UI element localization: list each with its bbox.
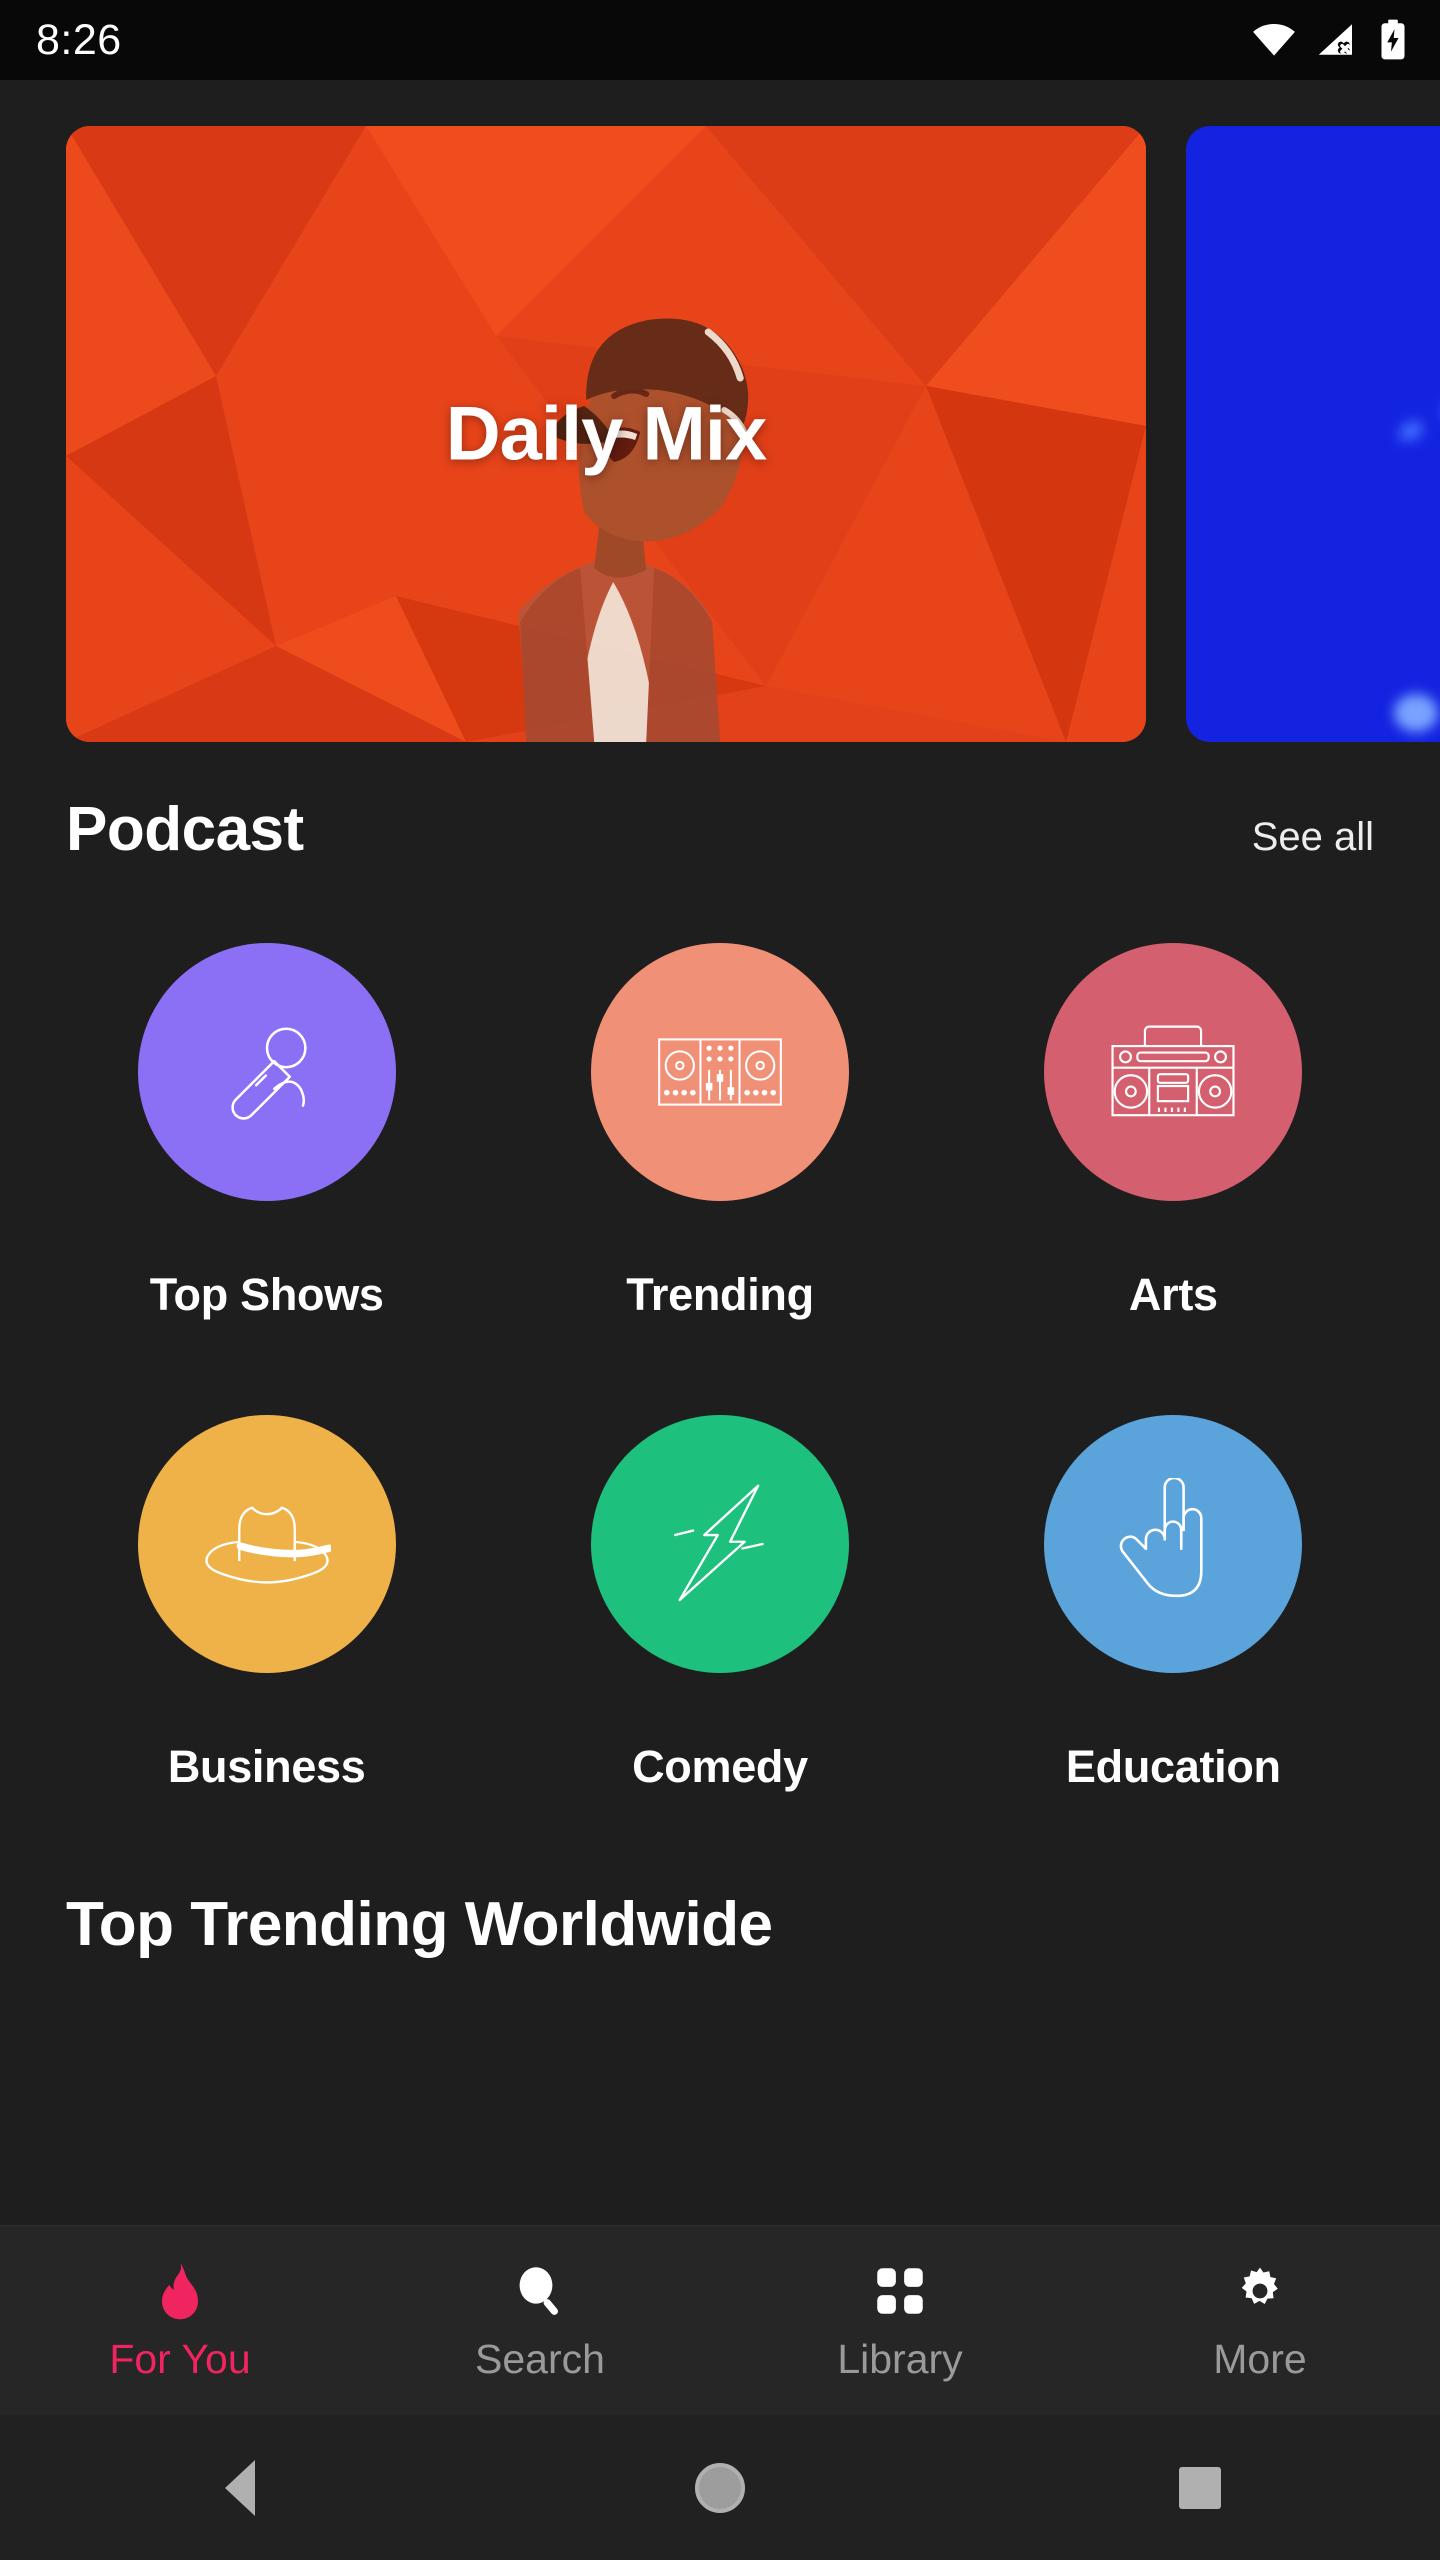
- status-bar: 8:26: [0, 0, 1440, 80]
- nav-back-button[interactable]: [0, 2459, 480, 2516]
- see-all-link[interactable]: See all: [1252, 815, 1374, 860]
- android-navigation-bar: [0, 2415, 1440, 2560]
- dj-mixer-icon: [657, 1024, 783, 1120]
- category-icon-wrap: [590, 943, 849, 1201]
- tab-search[interactable]: Search: [360, 2226, 720, 2415]
- featured-card-secondary[interactable]: [1186, 126, 1440, 742]
- cowboy-hat-icon: [203, 1494, 331, 1594]
- category-icon-wrap: [137, 1415, 396, 1673]
- category-label: Arts: [1128, 1269, 1218, 1320]
- tab-library[interactable]: Library: [720, 2226, 1080, 2415]
- category-icon-wrap: [137, 943, 396, 1201]
- tab-label: Search: [475, 2336, 605, 2382]
- tab-for-you[interactable]: For You: [0, 2226, 360, 2415]
- grid-row-spacer: [40, 1321, 1400, 1415]
- featured-card-title: Daily Mix: [445, 391, 767, 477]
- category-icon-wrap: [590, 1415, 849, 1673]
- category-item-top-shows[interactable]: Top Shows: [40, 943, 493, 1321]
- status-icon-tray: [1252, 19, 1406, 61]
- category-label: Education: [1065, 1741, 1281, 1792]
- grid-icon: [874, 2261, 926, 2321]
- tab-label: More: [1213, 2336, 1307, 2382]
- gear-icon: [1233, 2261, 1287, 2321]
- podcast-category-grid: Top Shows Trending Arts Business Comedy …: [0, 865, 1440, 1793]
- category-label: Comedy: [632, 1741, 808, 1792]
- next-section-title: Top Trending Worldwide: [66, 1890, 773, 1959]
- tab-label: For You: [109, 2336, 251, 2382]
- nav-recents-button[interactable]: [960, 2466, 1440, 2509]
- boombox-icon: [1108, 1018, 1238, 1126]
- featured-card-daily-mix[interactable]: Daily Mix: [66, 126, 1146, 742]
- tab-more[interactable]: More: [1080, 2226, 1440, 2415]
- app-screen: 8:26 Daily Mix Podcast See all Top Shows…: [0, 0, 1440, 2560]
- category-icon-wrap: [1044, 943, 1303, 1201]
- triangle-left-icon: [225, 2459, 255, 2516]
- page-title: Podcast: [66, 795, 304, 864]
- flame-icon: [156, 2261, 204, 2321]
- square-icon: [1179, 2466, 1221, 2509]
- search-icon: [514, 2261, 566, 2321]
- microphone-icon: [207, 1012, 327, 1132]
- rock-hand-icon: [1115, 1478, 1231, 1610]
- tab-label: Library: [837, 2336, 963, 2382]
- category-label: Top Shows: [149, 1269, 384, 1320]
- scroll-content[interactable]: Daily Mix Podcast See all Top Shows Tren…: [0, 80, 1440, 2225]
- bottom-tab-bar: For You Search Library More: [0, 2225, 1440, 2415]
- nav-home-button[interactable]: [480, 2462, 960, 2513]
- featured-carousel[interactable]: Daily Mix: [0, 80, 1440, 742]
- lightning-bolt-icon: [660, 1479, 780, 1609]
- podcast-section-header: Podcast See all: [0, 742, 1440, 865]
- category-item-business[interactable]: Business: [40, 1415, 493, 1793]
- category-icon-wrap: [1044, 1415, 1303, 1673]
- category-item-comedy[interactable]: Comedy: [493, 1415, 946, 1793]
- category-label: Trending: [626, 1269, 814, 1320]
- circle-icon: [695, 2462, 745, 2513]
- category-label: Business: [167, 1741, 366, 1792]
- blue-concert-lights-art: [1186, 126, 1440, 742]
- category-item-arts[interactable]: Arts: [947, 943, 1400, 1321]
- category-item-education[interactable]: Education: [947, 1415, 1400, 1793]
- status-clock: 8:26: [36, 15, 122, 64]
- wifi-icon: [1252, 23, 1296, 57]
- cellular-off-icon: [1317, 22, 1359, 58]
- battery-charging-icon: [1380, 19, 1406, 61]
- category-item-trending[interactable]: Trending: [493, 943, 946, 1321]
